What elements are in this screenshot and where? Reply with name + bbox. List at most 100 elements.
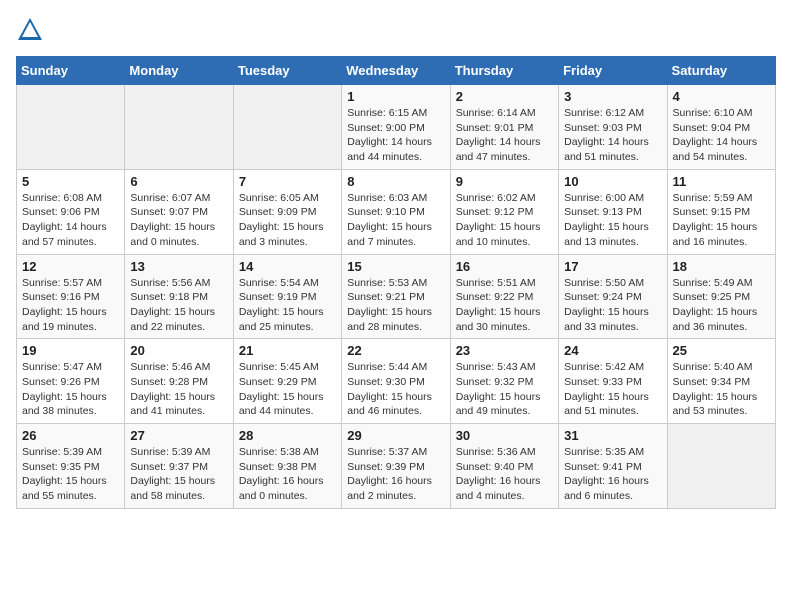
day-number: 31 xyxy=(564,428,661,443)
calendar-cell: 31 Sunrise: 5:35 AM Sunset: 9:41 PM Dayli… xyxy=(559,424,667,509)
days-header-row: SundayMondayTuesdayWednesdayThursdayFrid… xyxy=(17,57,776,85)
day-info: Sunrise: 6:05 AM Sunset: 9:09 PM Dayligh… xyxy=(239,191,336,250)
calendar-cell: 23Sunrise: 5:43 AM Sunset: 9:32 PM Dayli… xyxy=(450,339,558,424)
calendar-cell: 30 Sunrise: 5:36 AM Sunset: 9:40 PM Dayli… xyxy=(450,424,558,509)
calendar-cell: 5 Sunrise: 6:08 AM Sunset: 9:06 PM Daylig… xyxy=(17,169,125,254)
day-info: Sunrise: 5:56 AM Sunset: 9:18 PM Dayligh… xyxy=(130,276,227,335)
day-number: 2 xyxy=(456,89,553,104)
day-info: Sunrise: 5:59 AM Sunset: 9:15 PM Dayligh… xyxy=(673,191,770,250)
calendar-cell: 25 Sunrise: 5:40 AM Sunset: 9:34 PM Dayli… xyxy=(667,339,775,424)
day-number: 11 xyxy=(673,174,770,189)
day-info: Sunrise: 6:14 AM Sunset: 9:01 PM Dayligh… xyxy=(456,106,553,165)
calendar-cell: 11 Sunrise: 5:59 AM Sunset: 9:15 PM Dayli… xyxy=(667,169,775,254)
calendar-cell: 29 Sunrise: 5:37 AM Sunset: 9:39 PM Dayli… xyxy=(342,424,450,509)
day-info: Sunrise: 5:35 AM Sunset: 9:41 PM Dayligh… xyxy=(564,445,661,504)
day-number: 7 xyxy=(239,174,336,189)
calendar-table: SundayMondayTuesdayWednesdayThursdayFrid… xyxy=(16,56,776,509)
day-number: 10 xyxy=(564,174,661,189)
day-number: 8 xyxy=(347,174,444,189)
day-info: Sunrise: 5:42 AM Sunset: 9:33 PM Dayligh… xyxy=(564,360,661,419)
calendar-cell: 1Sunrise: 6:15 AM Sunset: 9:00 PM Daylig… xyxy=(342,85,450,170)
calendar-cell: 10 Sunrise: 6:00 AM Sunset: 9:13 PM Dayli… xyxy=(559,169,667,254)
calendar-cell: 2 Sunrise: 6:14 AM Sunset: 9:01 PM Daylig… xyxy=(450,85,558,170)
calendar-cell: 14 Sunrise: 5:54 AM Sunset: 9:19 PM Dayli… xyxy=(233,254,341,339)
day-number: 14 xyxy=(239,259,336,274)
day-number: 13 xyxy=(130,259,227,274)
day-info: Sunrise: 6:08 AM Sunset: 9:06 PM Dayligh… xyxy=(22,191,119,250)
day-of-week-header: Sunday xyxy=(17,57,125,85)
day-info: Sunrise: 5:46 AM Sunset: 9:28 PM Dayligh… xyxy=(130,360,227,419)
day-number: 30 xyxy=(456,428,553,443)
calendar-cell: 4 Sunrise: 6:10 AM Sunset: 9:04 PM Daylig… xyxy=(667,85,775,170)
calendar-cell: 27 Sunrise: 5:39 AM Sunset: 9:37 PM Dayli… xyxy=(125,424,233,509)
day-info: Sunrise: 5:50 AM Sunset: 9:24 PM Dayligh… xyxy=(564,276,661,335)
day-number: 19 xyxy=(22,343,119,358)
day-info: Sunrise: 5:36 AM Sunset: 9:40 PM Dayligh… xyxy=(456,445,553,504)
calendar-cell: 16Sunrise: 5:51 AM Sunset: 9:22 PM Dayli… xyxy=(450,254,558,339)
day-number: 28 xyxy=(239,428,336,443)
day-number: 27 xyxy=(130,428,227,443)
day-number: 18 xyxy=(673,259,770,274)
day-of-week-header: Monday xyxy=(125,57,233,85)
calendar-cell: 8Sunrise: 6:03 AM Sunset: 9:10 PM Daylig… xyxy=(342,169,450,254)
day-info: Sunrise: 6:15 AM Sunset: 9:00 PM Dayligh… xyxy=(347,106,444,165)
day-info: Sunrise: 5:43 AM Sunset: 9:32 PM Dayligh… xyxy=(456,360,553,419)
calendar-cell: 20 Sunrise: 5:46 AM Sunset: 9:28 PM Dayli… xyxy=(125,339,233,424)
calendar-week-row: 1Sunrise: 6:15 AM Sunset: 9:00 PM Daylig… xyxy=(17,85,776,170)
day-info: Sunrise: 5:37 AM Sunset: 9:39 PM Dayligh… xyxy=(347,445,444,504)
calendar-cell: 9 Sunrise: 6:02 AM Sunset: 9:12 PM Daylig… xyxy=(450,169,558,254)
calendar-cell xyxy=(233,85,341,170)
calendar-cell xyxy=(125,85,233,170)
day-number: 12 xyxy=(22,259,119,274)
calendar-cell: 26Sunrise: 5:39 AM Sunset: 9:35 PM Dayli… xyxy=(17,424,125,509)
calendar-cell: 13 Sunrise: 5:56 AM Sunset: 9:18 PM Dayli… xyxy=(125,254,233,339)
calendar-cell: 15Sunrise: 5:53 AM Sunset: 9:21 PM Dayli… xyxy=(342,254,450,339)
day-number: 25 xyxy=(673,343,770,358)
day-info: Sunrise: 5:38 AM Sunset: 9:38 PM Dayligh… xyxy=(239,445,336,504)
calendar-cell: 24 Sunrise: 5:42 AM Sunset: 9:33 PM Dayli… xyxy=(559,339,667,424)
day-number: 22 xyxy=(347,343,444,358)
day-info: Sunrise: 5:39 AM Sunset: 9:37 PM Dayligh… xyxy=(130,445,227,504)
logo xyxy=(16,16,48,44)
day-info: Sunrise: 5:47 AM Sunset: 9:26 PM Dayligh… xyxy=(22,360,119,419)
calendar-cell: 28 Sunrise: 5:38 AM Sunset: 9:38 PM Dayli… xyxy=(233,424,341,509)
day-info: Sunrise: 6:07 AM Sunset: 9:07 PM Dayligh… xyxy=(130,191,227,250)
day-number: 5 xyxy=(22,174,119,189)
page-header xyxy=(16,16,776,44)
day-number: 20 xyxy=(130,343,227,358)
day-number: 17 xyxy=(564,259,661,274)
day-number: 6 xyxy=(130,174,227,189)
day-number: 3 xyxy=(564,89,661,104)
calendar-cell: 21Sunrise: 5:45 AM Sunset: 9:29 PM Dayli… xyxy=(233,339,341,424)
day-info: Sunrise: 5:54 AM Sunset: 9:19 PM Dayligh… xyxy=(239,276,336,335)
day-info: Sunrise: 5:57 AM Sunset: 9:16 PM Dayligh… xyxy=(22,276,119,335)
day-number: 4 xyxy=(673,89,770,104)
calendar-cell: 6 Sunrise: 6:07 AM Sunset: 9:07 PM Daylig… xyxy=(125,169,233,254)
day-number: 9 xyxy=(456,174,553,189)
day-info: Sunrise: 5:44 AM Sunset: 9:30 PM Dayligh… xyxy=(347,360,444,419)
day-of-week-header: Thursday xyxy=(450,57,558,85)
calendar-cell: 18Sunrise: 5:49 AM Sunset: 9:25 PM Dayli… xyxy=(667,254,775,339)
logo-icon xyxy=(16,16,44,44)
day-info: Sunrise: 6:10 AM Sunset: 9:04 PM Dayligh… xyxy=(673,106,770,165)
calendar-cell: 7 Sunrise: 6:05 AM Sunset: 9:09 PM Daylig… xyxy=(233,169,341,254)
calendar-cell xyxy=(17,85,125,170)
day-info: Sunrise: 6:12 AM Sunset: 9:03 PM Dayligh… xyxy=(564,106,661,165)
calendar-cell: 22 Sunrise: 5:44 AM Sunset: 9:30 PM Dayli… xyxy=(342,339,450,424)
calendar-cell: 17 Sunrise: 5:50 AM Sunset: 9:24 PM Dayli… xyxy=(559,254,667,339)
calendar-week-row: 5 Sunrise: 6:08 AM Sunset: 9:06 PM Daylig… xyxy=(17,169,776,254)
day-info: Sunrise: 6:00 AM Sunset: 9:13 PM Dayligh… xyxy=(564,191,661,250)
day-info: Sunrise: 5:40 AM Sunset: 9:34 PM Dayligh… xyxy=(673,360,770,419)
day-number: 24 xyxy=(564,343,661,358)
day-info: Sunrise: 5:53 AM Sunset: 9:21 PM Dayligh… xyxy=(347,276,444,335)
calendar-cell xyxy=(667,424,775,509)
calendar-week-row: 26Sunrise: 5:39 AM Sunset: 9:35 PM Dayli… xyxy=(17,424,776,509)
calendar-cell: 12 Sunrise: 5:57 AM Sunset: 9:16 PM Dayli… xyxy=(17,254,125,339)
day-number: 26 xyxy=(22,428,119,443)
day-number: 29 xyxy=(347,428,444,443)
day-info: Sunrise: 6:02 AM Sunset: 9:12 PM Dayligh… xyxy=(456,191,553,250)
calendar-cell: 19 Sunrise: 5:47 AM Sunset: 9:26 PM Dayli… xyxy=(17,339,125,424)
calendar-week-row: 19 Sunrise: 5:47 AM Sunset: 9:26 PM Dayli… xyxy=(17,339,776,424)
calendar-week-row: 12 Sunrise: 5:57 AM Sunset: 9:16 PM Dayli… xyxy=(17,254,776,339)
day-of-week-header: Saturday xyxy=(667,57,775,85)
